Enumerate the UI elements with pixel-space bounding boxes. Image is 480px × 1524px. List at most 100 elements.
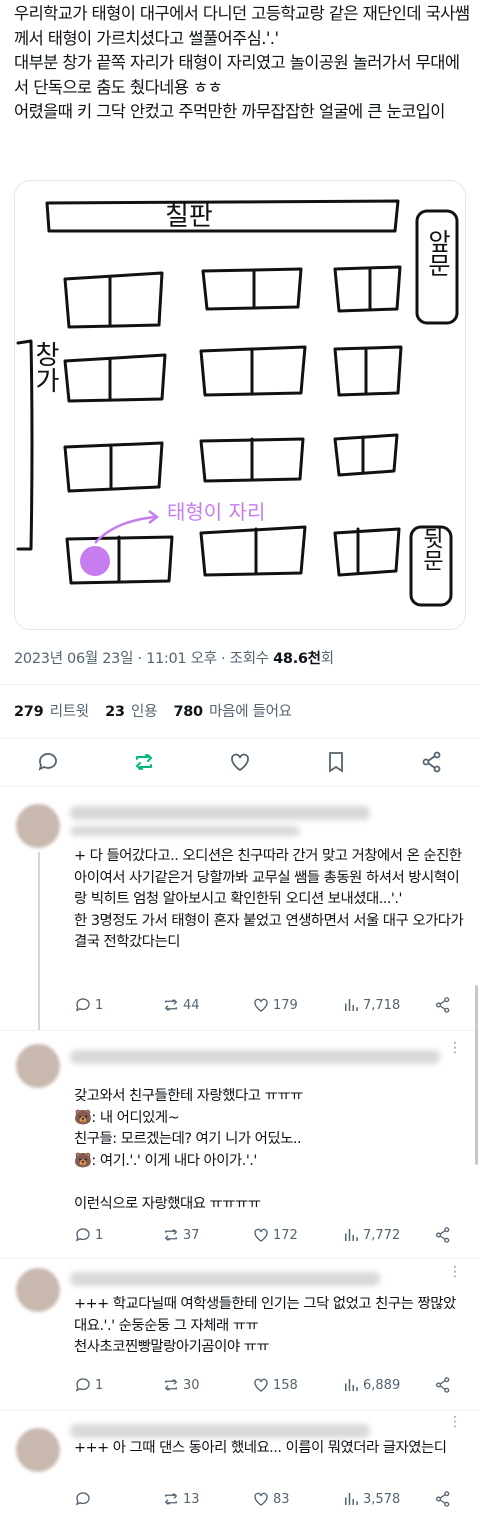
thread-line bbox=[38, 852, 40, 1030]
analytics-icon bbox=[345, 1379, 358, 1391]
blurred-username bbox=[70, 806, 370, 820]
views-button[interactable]: 6,889 bbox=[342, 1376, 400, 1394]
blurred-username bbox=[70, 1424, 370, 1438]
avatar[interactable] bbox=[16, 804, 60, 848]
avatar[interactable] bbox=[16, 1428, 60, 1472]
reply-item[interactable]: ⋮ +++ 학교다닐때 여학생들한테 인기는 그닥 없었고 친구는 짱많았대요.… bbox=[0, 1258, 480, 1410]
retweet-count: 37 bbox=[183, 1227, 200, 1243]
tweet-actions bbox=[0, 740, 480, 784]
retweet-count: 279 bbox=[14, 704, 44, 720]
analytics-icon bbox=[345, 1493, 358, 1505]
classroom-drawing[interactable]: 태형이 자리 칠판 앞문 뒷문 창가 bbox=[14, 180, 466, 630]
reply-button[interactable]: 1 bbox=[74, 1226, 103, 1244]
like-button[interactable]: 158 bbox=[252, 1376, 298, 1394]
analytics-icon bbox=[345, 1229, 358, 1241]
retweet-button[interactable]: 30 bbox=[162, 1376, 200, 1394]
reply-actions: 1 44 179 7,718 bbox=[74, 996, 462, 1018]
reply-button[interactable]: 1 bbox=[74, 1376, 103, 1394]
more-icon[interactable]: ⋮ bbox=[448, 1414, 462, 1430]
views-button[interactable]: 7,718 bbox=[342, 996, 400, 1014]
tweet-meta: 2023년 06월 23일 · 11:01 오후 · 조회수 48.6천회 bbox=[14, 647, 334, 668]
more-icon[interactable]: ⋮ bbox=[448, 1264, 462, 1280]
reply-actions: 13 83 3,578 bbox=[74, 1490, 462, 1512]
retweet-count: 44 bbox=[183, 997, 200, 1013]
like-count: 172 bbox=[273, 1227, 298, 1243]
view-count: 3,578 bbox=[363, 1491, 401, 1507]
analytics-icon bbox=[345, 999, 358, 1011]
like-stat[interactable]: 780 마음에 들어요 bbox=[173, 704, 292, 720]
seat-marker bbox=[80, 546, 110, 576]
reply-item[interactable]: + 다 들어갔다고.. 오디션은 친구따라 간거 맞고 거창에서 온 순진한 아… bbox=[0, 786, 480, 1030]
reply-actions: 1 30 158 6,889 bbox=[74, 1376, 462, 1398]
like-count: 158 bbox=[273, 1377, 298, 1393]
window-label: 창가 bbox=[30, 341, 60, 393]
heart-icon bbox=[254, 1492, 268, 1506]
seating-sketch: 태형이 자리 칠판 앞문 뒷문 창가 bbox=[16, 199, 459, 607]
quote-label: 인용 bbox=[131, 704, 158, 720]
retweet-icon bbox=[164, 1229, 178, 1241]
retweet-button[interactable]: 37 bbox=[162, 1226, 200, 1244]
reply-button[interactable]: 1 bbox=[74, 996, 103, 1014]
reply-text: + 다 들어갔다고.. 오디션은 친구따라 간거 맞고 거창에서 온 순진한 아… bbox=[74, 848, 464, 950]
divider bbox=[0, 738, 480, 739]
more-icon[interactable]: ⋮ bbox=[448, 1040, 462, 1056]
divider bbox=[0, 684, 480, 685]
seat-label: 태형이 자리 bbox=[167, 500, 265, 524]
share-icon bbox=[435, 1227, 450, 1243]
views-button[interactable]: 3,578 bbox=[342, 1490, 400, 1508]
share-button[interactable] bbox=[434, 1490, 452, 1508]
share-button[interactable] bbox=[434, 996, 452, 1014]
scrollbar[interactable] bbox=[475, 985, 478, 1165]
like-count: 83 bbox=[273, 1491, 290, 1507]
blackboard-label: 칠판 bbox=[165, 202, 213, 232]
retweet-count: 13 bbox=[183, 1491, 200, 1507]
blackboard bbox=[45, 199, 400, 233]
blurred-reply-to bbox=[70, 826, 300, 836]
retweet-label: 리트윗 bbox=[49, 704, 89, 720]
retweet-icon bbox=[164, 999, 178, 1011]
reply-icon[interactable] bbox=[36, 750, 60, 774]
reply-text: 갖고와서 친구들한테 자랑했다고 ㅠㅠㅠ 🐻: 내 어디있게~ 친구들: 모르겠… bbox=[74, 1088, 303, 1212]
share-icon bbox=[435, 997, 450, 1013]
reply-text: +++ 아 그때 댄스 동아리 했네요... 이름이 뭐였더라 글자였는디 bbox=[74, 1440, 447, 1456]
reply-button[interactable] bbox=[74, 1490, 95, 1508]
view-count: 48.6천 bbox=[273, 651, 321, 667]
like-button[interactable]: 172 bbox=[252, 1226, 298, 1244]
like-button[interactable]: 179 bbox=[252, 996, 298, 1014]
retweet-icon bbox=[164, 1379, 178, 1391]
share-icon bbox=[435, 1491, 450, 1507]
view-count: 7,772 bbox=[363, 1227, 401, 1243]
reply-icon bbox=[75, 1378, 90, 1392]
back-door-label: 뒷문 bbox=[419, 527, 444, 571]
retweet-button[interactable]: 44 bbox=[162, 996, 200, 1014]
retweet-stat[interactable]: 279 리트윗 bbox=[14, 704, 89, 720]
heart-icon bbox=[254, 998, 268, 1012]
retweet-button[interactable]: 13 bbox=[162, 1490, 200, 1508]
heart-icon[interactable] bbox=[228, 750, 252, 774]
share-button[interactable] bbox=[434, 1376, 452, 1394]
reply-item[interactable]: ⋮ 갖고와서 친구들한테 자랑했다고 ㅠㅠㅠ 🐻: 내 어디있게~ 친구들: 모… bbox=[0, 1030, 480, 1258]
tweet-date: 2023년 06월 23일 · 11:01 오후 · 조회수 bbox=[14, 651, 269, 667]
quote-count: 23 bbox=[105, 704, 125, 720]
blurred-username bbox=[70, 1050, 440, 1064]
like-button[interactable]: 83 bbox=[252, 1490, 290, 1508]
reply-actions: 1 37 172 7,772 bbox=[74, 1226, 462, 1248]
blurred-username bbox=[70, 1272, 380, 1286]
bookmark-icon[interactable] bbox=[324, 750, 348, 774]
front-door-label: 앞문 bbox=[423, 229, 451, 277]
tweet-stats: 279 리트윗 23 인용 780 마음에 들어요 bbox=[14, 700, 304, 721]
avatar[interactable] bbox=[16, 1044, 60, 1088]
share-icon[interactable] bbox=[420, 750, 444, 774]
like-count: 780 bbox=[173, 704, 203, 720]
retweet-icon[interactable] bbox=[132, 750, 156, 774]
heart-icon bbox=[254, 1228, 268, 1242]
share-icon bbox=[435, 1377, 450, 1393]
reply-item[interactable]: ⋮ +++ 아 그때 댄스 동아리 했네요... 이름이 뭐였더라 글자였는디 … bbox=[0, 1410, 480, 1524]
view-suffix: 회 bbox=[320, 651, 334, 667]
views-button[interactable]: 7,772 bbox=[342, 1226, 400, 1244]
quote-stat[interactable]: 23 인용 bbox=[105, 704, 157, 720]
share-button[interactable] bbox=[434, 1226, 452, 1244]
heart-icon bbox=[254, 1378, 268, 1392]
avatar[interactable] bbox=[16, 1268, 60, 1312]
like-count: 179 bbox=[273, 997, 298, 1013]
